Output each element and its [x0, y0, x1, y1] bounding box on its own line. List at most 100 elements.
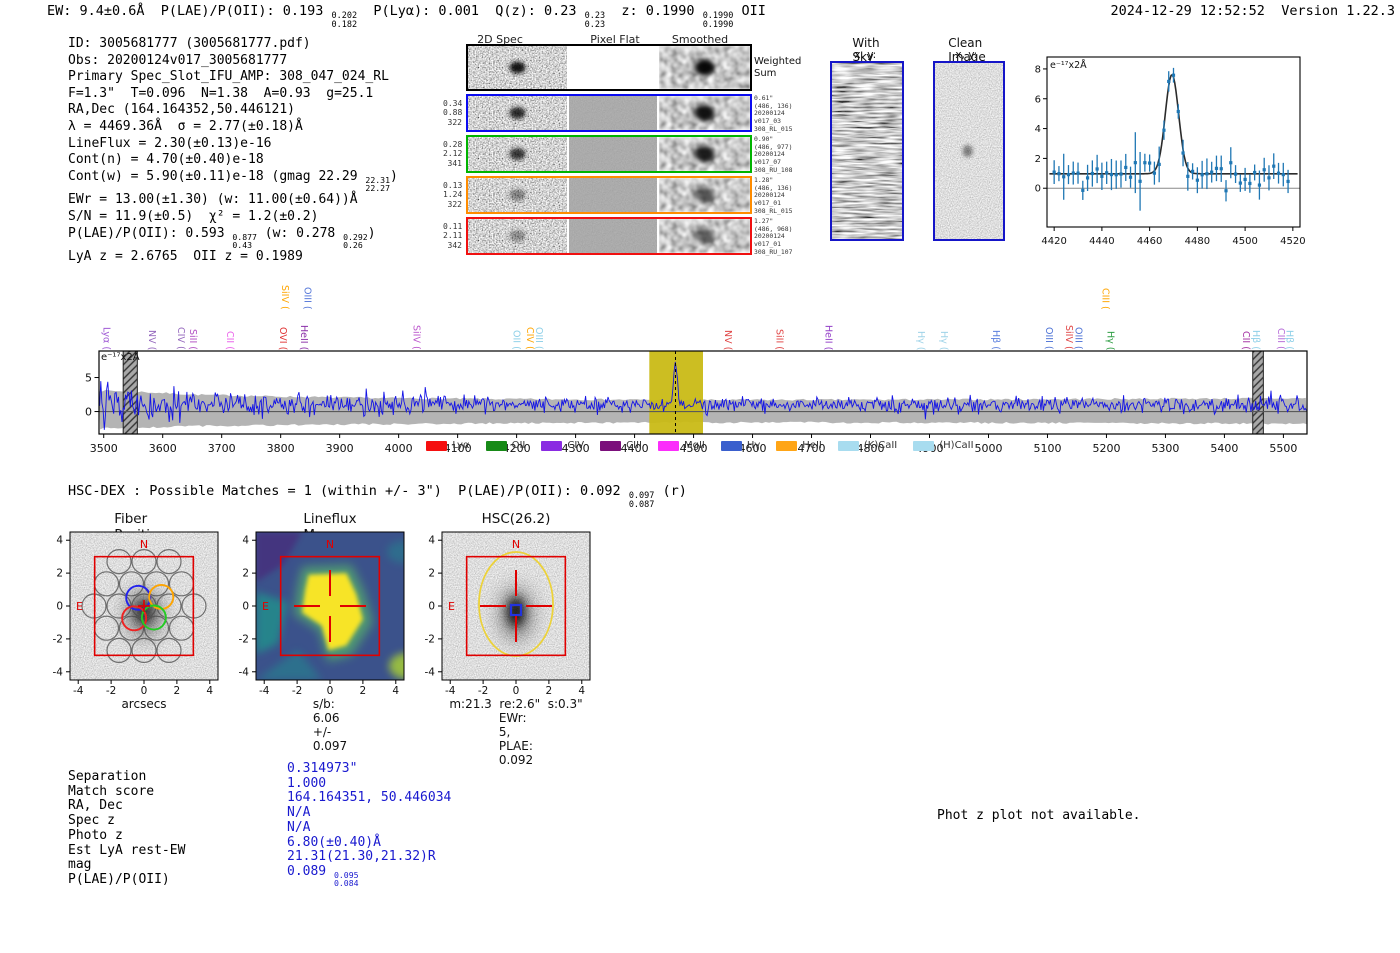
legend-item: CIII [600, 440, 642, 451]
smoothed-image [659, 178, 750, 212]
match-row-label: P(LAE)/P(OII) [68, 873, 170, 888]
metric-value: 0.11 [443, 222, 462, 232]
spec2d-row-metrics: 0.131.24322 [443, 181, 462, 210]
stack-lo: 0.1990 [703, 21, 734, 30]
match-row-value: 164.164351, 50.446034 [287, 791, 451, 806]
pixel-flat-image [569, 96, 657, 130]
emission-line-label: SiIV ( [279, 285, 290, 310]
stacked-value: 0.2020.182 [331, 12, 357, 29]
text-run: EW: 9.4±0.6Å P(LAE)/P(OII): 0.193 [47, 3, 331, 19]
text-run: S/N = 11.9(±0.5) χ² = 1.2(±0.2) [68, 209, 318, 224]
stacked-value: 0.0970.087 [629, 492, 655, 509]
info-line: Cont(w) = 5.90(±0.11)e-18 (gmag 22.29 22… [68, 169, 398, 193]
inset-y-tick: 2 [1035, 154, 1041, 165]
spec2d-panel: 2D Spec Pixel Flat Smoothed WeightedSum0… [443, 31, 793, 261]
match-row-value: 6.80(±0.40)Å [287, 836, 381, 851]
metric-value: 0.13 [443, 181, 462, 191]
match-row-value: 0.314973" [287, 762, 357, 777]
match-row-value: N/A [287, 821, 310, 836]
cutout-x-tick: 4 [206, 685, 213, 696]
annotation-line: Weighted [754, 56, 801, 68]
info-line: Obs: 20200124v017_3005681777 [68, 53, 398, 70]
spectrum-legend: LyαOIICIVCIIIMgIIHγHeII(K)CaII(H)CaII [0, 440, 1400, 451]
cutout-y-tick: -2 [425, 633, 435, 645]
legend-swatch [658, 441, 679, 451]
inset-x-tick: 4500 [1232, 236, 1257, 247]
cutout-y-tick: -4 [53, 666, 64, 678]
text-run: λ = 4469.36Å σ = 2.77(±0.18)Å [68, 119, 303, 134]
match-row-label: Spec z [68, 814, 115, 829]
cutout-y-tick: 0 [242, 601, 249, 613]
spec2d-row-annotation: 0.61"(486, 136)20200124v017_03308_RL_015 [754, 95, 792, 134]
inset-y-tick: 6 [1035, 94, 1041, 105]
spectrum-y-tick: 0 [85, 405, 92, 418]
text-run: HSC-DEX : Possible Matches = 1 (within +… [68, 483, 629, 499]
info-line: S/N = 11.9(±0.5) χ² = 1.2(±0.2) [68, 209, 398, 226]
text-run: ) [368, 226, 376, 241]
legend-item: (H)CaII [913, 440, 973, 451]
metric-value: 1.24 [443, 190, 462, 200]
photz-note: Phot z plot not available. [937, 808, 1141, 823]
match-row-label: RA, Dec [68, 799, 123, 814]
stack-lo: 0.26 [343, 241, 368, 249]
cutout-y-tick: 2 [56, 568, 63, 580]
legend-swatch [913, 441, 934, 451]
text-run: Cont(w) = 5.90(±0.11)e-18 (gmag 22.29 [68, 169, 365, 184]
pixel-flat-image [569, 219, 657, 253]
report-datetime-version: 2024-12-29 12:52:52 Version 1.22.3 [1111, 3, 1396, 19]
east-label: E [448, 600, 455, 613]
inset-x-tick: 4520 [1280, 236, 1305, 247]
spec2d-row: 0.131.24322 1.28"(486, 136)20200124v017_0… [443, 176, 793, 214]
annotation-line: 308_RU_107 [754, 249, 792, 257]
spec2d-row: 0.112.11342 1.27"(486, 968)20200124v017_0… [443, 217, 793, 255]
match-row-value: 0.089 0.0950.084 [287, 865, 359, 880]
legend-label: MgII [684, 440, 705, 451]
info-line: EWr = 13.00(±1.30) (w: 11.00(±0.64))Å [68, 192, 398, 209]
cutout-x-tick: 0 [141, 685, 148, 696]
spec2d-row-annotation: 1.27"(486, 968)20200124v017_01308_RU_107 [754, 218, 792, 257]
line-fit-chart: 44204440446044804500452002468e⁻¹⁷x2Å [1035, 50, 1313, 252]
legend-swatch [600, 441, 621, 451]
emission-line-labels: Lyα (NV (CIV (SiII (CII (OVI (SiIV (HeII… [78, 262, 1318, 350]
stacked-value: 0.0950.084 [334, 871, 359, 888]
inset-y-tick: 0 [1035, 184, 1041, 195]
inset-x-tick: 4420 [1041, 236, 1066, 247]
spacer [1265, 3, 1281, 19]
legend-swatch [486, 441, 507, 451]
cutout-x-tick: -2 [106, 685, 116, 696]
spec2d-strips [466, 176, 752, 214]
spec2d-row: WeightedSum [443, 44, 793, 91]
text-run: P(LAE)/P(OII): 0.593 [68, 226, 232, 241]
text-run: 0.089 [287, 864, 334, 879]
line-fit-svg: 44204440446044804500452002468e⁻¹⁷x2Å [1035, 50, 1313, 248]
fiber-plot: NE-4-2024420-2-4 [38, 524, 250, 700]
lineflux-svg: NE-4-2024420-2-4 [224, 524, 436, 696]
text-run: Primary Spec_Slot_IFU_AMP: 308_047_024_R… [68, 69, 389, 84]
emission-line-label: OIII ( [302, 287, 313, 310]
spec2d-strips [466, 94, 752, 132]
info-line: ID: 3005681777 (3005681777.pdf) [68, 36, 398, 53]
legend-label: HeII [802, 440, 822, 451]
pixel-flat-image [569, 178, 657, 212]
text-run: Obs: 20200124v017_3005681777 [68, 53, 287, 68]
cutout-y-tick: 4 [56, 535, 63, 547]
spec2d-image [468, 137, 567, 171]
north-label: N [326, 538, 334, 551]
spec2d-strips [466, 135, 752, 173]
text-run: RA,Dec (164.164352,50.446121) [68, 102, 295, 117]
spec2d-row-metrics: 0.112.11342 [443, 222, 462, 251]
text-run: N/A [287, 820, 310, 835]
stack-lo: 0.084 [334, 879, 359, 887]
cutout-x-tick: -4 [259, 685, 270, 696]
legend-item: Hγ [721, 440, 760, 451]
inset-unit-label: e⁻¹⁷x2Å [1050, 59, 1087, 71]
cutout-x-tick: 0 [513, 685, 520, 696]
match-row-value: 1.000 [287, 777, 326, 792]
cutout-caption: s/b: 6.06 +/- 0.097 [313, 697, 347, 753]
smoothed-image [659, 96, 750, 130]
cutout-y-tick: 2 [428, 568, 435, 580]
metric-value: 2.12 [443, 149, 462, 159]
spec2d-row-annotation: 1.28"(486, 136)20200124v017_01308_RL_015 [754, 177, 792, 216]
match-row-label: Photo z [68, 829, 123, 844]
stacked-value: 0.230.23 [585, 12, 605, 29]
